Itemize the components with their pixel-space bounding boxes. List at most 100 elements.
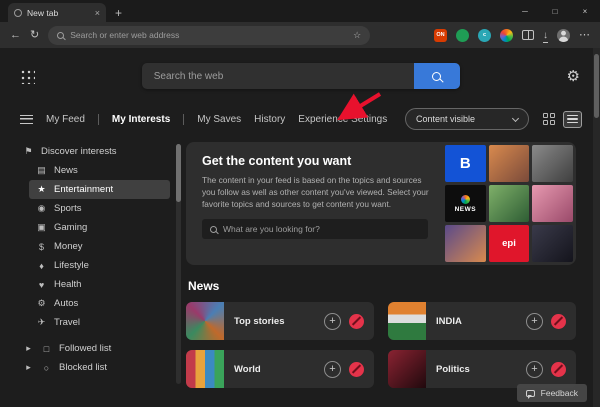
menu-hamburger-icon[interactable] (20, 115, 33, 124)
section-title-news: News (188, 279, 576, 293)
follow-plus-button[interactable]: + (324, 361, 341, 378)
page-scrollbar-thumb[interactable] (594, 54, 599, 118)
collage-tile-bing: B (445, 145, 486, 182)
back-icon[interactable]: ← (10, 30, 21, 41)
list-view-icon[interactable] (563, 111, 582, 128)
new-tab-page: ⚙ My Feed My Interests My Saves History … (0, 48, 600, 407)
web-search-input[interactable] (142, 63, 414, 89)
interest-search-box[interactable] (202, 219, 428, 239)
follow-plus-button[interactable]: + (526, 313, 543, 330)
card-thumbnail (388, 350, 426, 388)
favorites-star-icon[interactable]: ☆ (353, 30, 361, 41)
minimize-button[interactable]: ─ (510, 0, 540, 22)
search-icon (57, 32, 64, 39)
block-icon[interactable] (551, 362, 566, 377)
follow-plus-button[interactable]: + (526, 361, 543, 378)
sidebar-scrollbar-thumb[interactable] (176, 144, 181, 202)
card-actions: + (526, 313, 576, 330)
browser-tab[interactable]: New tab × (8, 3, 106, 22)
feedback-bubble-icon (526, 390, 535, 397)
discover-flag-icon: ⚑ (23, 146, 34, 157)
sidebar-item-gaming[interactable]: ▣ Gaming (29, 218, 170, 237)
extension-onenote-icon[interactable]: ON (434, 29, 447, 42)
card-actions: + (324, 313, 374, 330)
sidebar-item-label: Followed list (59, 343, 111, 354)
search-icon (210, 226, 217, 233)
feedback-button[interactable]: Feedback (517, 384, 587, 402)
collage-tile-photo (532, 225, 573, 262)
sidebar-header-label: Discover interests (41, 146, 117, 157)
page-scrollbar[interactable] (593, 48, 600, 407)
tab-my-interests[interactable]: My Interests (112, 114, 170, 125)
sidebar-item-lifestyle[interactable]: ♦ Lifestyle (29, 256, 170, 275)
sidebar-item-travel[interactable]: ✈ Travel (29, 313, 170, 332)
web-search-box[interactable] (142, 63, 460, 89)
card-thumbnail (186, 302, 224, 340)
interest-card-top-stories[interactable]: Top stories + (186, 302, 374, 340)
page-top: ⚙ (0, 48, 600, 89)
content-visible-dropdown[interactable]: Content visible (405, 108, 529, 130)
maximize-button[interactable]: □ (540, 0, 570, 22)
sidebar-header-discover-interests[interactable]: ⚑ Discover interests (16, 142, 170, 161)
collage-tile-photo (445, 225, 486, 262)
interest-card-world[interactable]: World + (186, 350, 374, 388)
hero-text: Get the content you want The content in … (186, 142, 442, 265)
tab-my-saves[interactable]: My Saves (197, 114, 241, 125)
tab-close-icon[interactable]: × (95, 8, 100, 18)
card-label: Politics (426, 364, 526, 375)
interest-card-politics[interactable]: Politics + (388, 350, 576, 388)
close-button[interactable]: × (570, 0, 600, 22)
tab-experience-settings[interactable]: Experience Settings (298, 114, 387, 125)
sidebar-item-sports[interactable]: ◉ Sports (29, 199, 170, 218)
sidebar-item-entertainment[interactable]: ★ Entertainment (29, 180, 170, 199)
sidebar-item-money[interactable]: $ Money (29, 237, 170, 256)
extension-teal-icon[interactable]: c (478, 29, 491, 42)
refresh-icon[interactable]: ↻ (30, 30, 39, 41)
block-icon[interactable] (349, 362, 364, 377)
new-tab-button[interactable]: + (115, 7, 122, 19)
grid-view-icon[interactable] (542, 112, 556, 126)
block-icon[interactable] (551, 314, 566, 329)
card-thumbnail (186, 350, 224, 388)
chevron-right-icon: ▸ (23, 362, 34, 373)
tab-title: New tab (27, 8, 90, 18)
sidebar-item-label: Sports (54, 203, 81, 214)
sidebar-item-news[interactable]: ▤ News (29, 161, 170, 180)
browser-toolbar: ← ↻ ☆ ON c ↓ ⋯ (0, 22, 600, 48)
split-screen-icon[interactable] (522, 30, 534, 40)
extension-green-icon[interactable] (456, 29, 469, 42)
interest-card-india[interactable]: INDIA + (388, 302, 576, 340)
profile-avatar[interactable] (557, 29, 570, 42)
apps-waffle-icon[interactable] (20, 69, 35, 84)
more-menu-icon[interactable]: ⋯ (579, 30, 590, 41)
search-icon (432, 72, 441, 81)
followed-list-icon: □ (41, 344, 52, 354)
interests-main: Get the content you want The content in … (186, 142, 600, 388)
dropdown-label: Content visible (416, 114, 475, 124)
chevron-down-icon (512, 114, 519, 121)
address-bar[interactable]: ☆ (48, 26, 370, 45)
card-label: INDIA (426, 316, 526, 327)
nbc-peacock-icon (461, 195, 470, 204)
sports-icon: ◉ (36, 203, 47, 214)
sidebar-scrollbar[interactable] (176, 144, 181, 384)
page-settings-gear-icon[interactable]: ⚙ (567, 69, 580, 84)
tab-my-feed[interactable]: My Feed (46, 114, 85, 125)
collage-tile-photo (489, 145, 530, 182)
interest-search-input[interactable] (223, 224, 420, 234)
address-input[interactable] (70, 30, 347, 40)
view-toggles (542, 111, 582, 128)
extension-nbc-icon[interactable] (500, 29, 513, 42)
block-icon[interactable] (349, 314, 364, 329)
downloads-icon[interactable]: ↓ (543, 30, 548, 41)
card-actions: + (324, 361, 374, 378)
collage-tile-photo (532, 145, 573, 182)
sidebar-item-health[interactable]: ♥ Health (29, 275, 170, 294)
web-search-button[interactable] (414, 63, 460, 89)
sidebar-item-autos[interactable]: ⚙ Autos (29, 294, 170, 313)
sidebar-blocked-list[interactable]: ▸ ○ Blocked list (16, 358, 170, 377)
hero-collage: B NEWS epi (442, 142, 576, 265)
sidebar-followed-list[interactable]: ▸ □ Followed list (16, 339, 170, 358)
follow-plus-button[interactable]: + (324, 313, 341, 330)
tab-history[interactable]: History (254, 114, 285, 125)
